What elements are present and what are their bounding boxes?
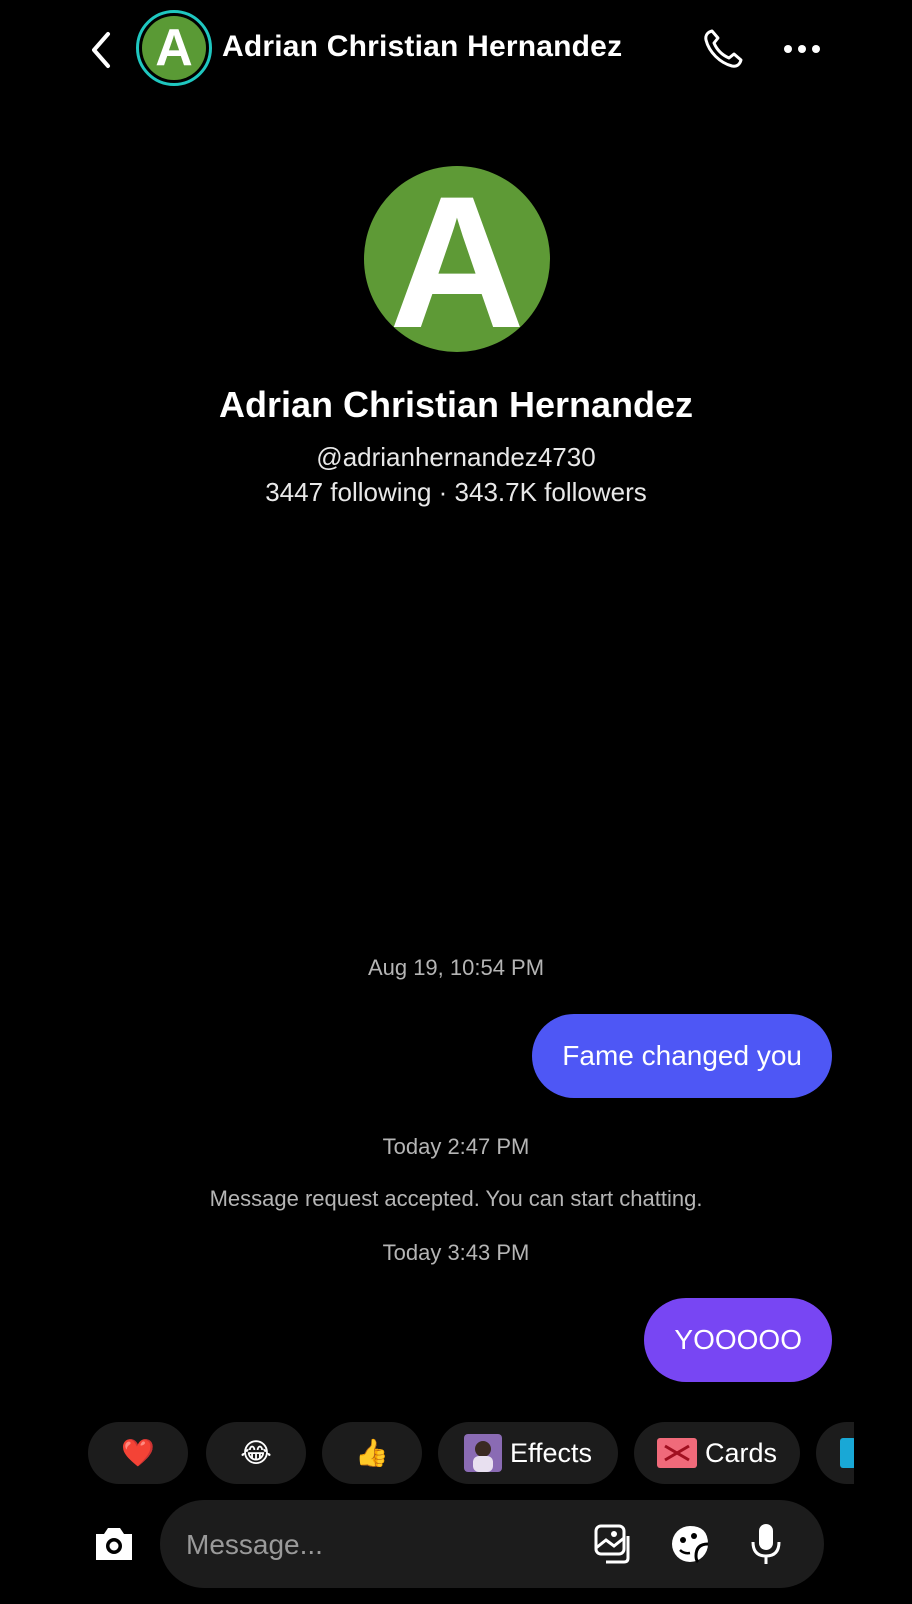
microphone-icon[interactable] bbox=[744, 1522, 788, 1566]
effects-button[interactable]: Effects bbox=[438, 1422, 618, 1484]
timestamp: Today 2:47 PM bbox=[382, 1134, 530, 1159]
profile-name: Adrian Christian Hernandez bbox=[218, 384, 694, 425]
system-message: Message request accepted. You can start … bbox=[209, 1186, 703, 1211]
message-composer bbox=[160, 1500, 824, 1590]
header-avatar[interactable]: A bbox=[136, 10, 212, 86]
profile-avatar[interactable]: A bbox=[364, 166, 550, 352]
heart-reaction-button[interactable]: ❤️ bbox=[88, 1422, 188, 1484]
cards-button[interactable]: Cards bbox=[634, 1422, 800, 1484]
header-avatar-letter: A bbox=[155, 19, 193, 77]
timestamp: Aug 19, 10:54 PM bbox=[367, 955, 545, 980]
header-title[interactable]: Adrian Christian Hernandez bbox=[222, 30, 622, 64]
thumbs-up-icon: 👍 bbox=[355, 1438, 389, 1468]
effects-label: Effects bbox=[509, 1437, 593, 1468]
sent-message-bubble[interactable]: Fame changed you bbox=[532, 1014, 832, 1098]
gallery-icon[interactable] bbox=[592, 1522, 636, 1566]
timestamp: Today 3:43 PM bbox=[382, 1240, 530, 1265]
phone-icon[interactable] bbox=[700, 26, 746, 72]
cards-label: Cards bbox=[704, 1437, 778, 1468]
heart-icon: ❤️ bbox=[121, 1438, 155, 1468]
camera-icon[interactable] bbox=[90, 1522, 138, 1566]
gift-card-icon bbox=[656, 1438, 697, 1468]
more-options-icon[interactable] bbox=[780, 34, 824, 64]
quick-reply-bar: ❤️ 😂 👍 Effects Cards bbox=[88, 1422, 854, 1484]
laugh-reaction-button[interactable]: 😂 bbox=[206, 1422, 306, 1484]
message-input[interactable] bbox=[184, 1500, 568, 1590]
partial-chip-icon bbox=[840, 1438, 854, 1468]
sent-message-bubble[interactable]: YOOOOO bbox=[644, 1298, 832, 1382]
profile-avatar-letter: A bbox=[389, 166, 525, 352]
more-quick-reply-button[interactable] bbox=[816, 1422, 854, 1484]
effects-thumbnail-icon bbox=[463, 1434, 502, 1472]
chat-header: A Adrian Christian Hernandez bbox=[0, 0, 912, 100]
back-arrow-icon[interactable] bbox=[84, 28, 120, 72]
laughing-emoji-icon: 😂 bbox=[240, 1437, 272, 1468]
sticker-icon[interactable] bbox=[668, 1522, 712, 1566]
thumbs-up-reaction-button[interactable]: 👍 bbox=[322, 1422, 422, 1484]
profile-stats: 3447 following · 343.7K followers bbox=[265, 477, 647, 507]
profile-handle: @adrianhernandez4730 bbox=[316, 442, 596, 472]
